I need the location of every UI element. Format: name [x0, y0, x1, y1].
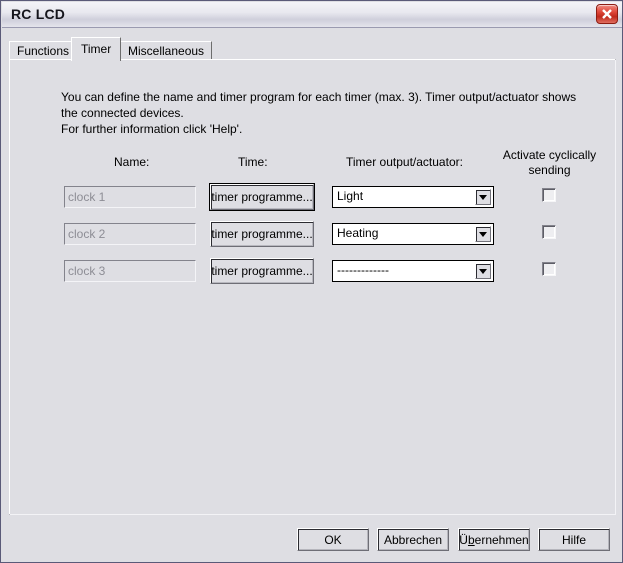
- timer-output-combobox[interactable]: Light: [332, 186, 494, 208]
- instruction-text: You can define the name and timer progra…: [61, 89, 581, 137]
- cyclic-sending-checkbox[interactable]: [542, 225, 556, 239]
- timer-name-input[interactable]: [64, 186, 196, 208]
- timer-output-value: Heating: [337, 226, 379, 240]
- timer-programme-button-label: timer programme...: [211, 190, 313, 204]
- apply-label-accel: b: [467, 532, 475, 547]
- timer-row: timer programme... Heating: [10, 221, 615, 249]
- chevron-down-icon[interactable]: [475, 189, 491, 205]
- tab-functions[interactable]: Functions: [9, 41, 78, 60]
- close-icon[interactable]: [596, 4, 618, 24]
- cyclic-sending-checkbox[interactable]: [542, 262, 556, 276]
- ok-button[interactable]: OK: [297, 528, 369, 551]
- help-button[interactable]: Hilfe: [538, 528, 610, 551]
- tab-miscellaneous[interactable]: Miscellaneous: [120, 41, 213, 60]
- title-bar: RC LCD: [2, 2, 622, 28]
- timer-output-value: -------------: [337, 263, 389, 277]
- window-title: RC LCD: [11, 6, 66, 22]
- timer-name-input[interactable]: [64, 260, 196, 282]
- column-header-cyclic: Activate cyclically sending: [497, 148, 602, 178]
- timer-output-combobox[interactable]: -------------: [332, 260, 494, 282]
- timer-tab-panel: You can define the name and timer progra…: [9, 59, 616, 515]
- chevron-down-icon[interactable]: [475, 226, 491, 242]
- cyclic-sending-checkbox[interactable]: [542, 188, 556, 202]
- timer-row: timer programme... -------------: [10, 258, 615, 286]
- cancel-button[interactable]: Abbrechen: [377, 528, 449, 551]
- timer-name-input[interactable]: [64, 223, 196, 245]
- apply-button[interactable]: Übernehmen: [458, 528, 530, 551]
- timer-programme-button-label: timer programme...: [211, 264, 313, 278]
- timer-programme-button[interactable]: timer programme...: [210, 221, 314, 247]
- instruction-line-1: You can define the name and timer progra…: [61, 90, 577, 104]
- timer-row: timer programme... Light: [10, 183, 615, 212]
- timer-programme-button[interactable]: timer programme...: [210, 258, 314, 284]
- chevron-down-icon[interactable]: [475, 263, 491, 279]
- apply-label-pre: Ü: [459, 532, 468, 547]
- timer-output-combobox[interactable]: Heating: [332, 223, 494, 245]
- column-header-name: Name:: [114, 155, 150, 169]
- column-header-cyclic-line2: sending: [528, 163, 571, 177]
- timer-programme-button-label: timer programme...: [211, 227, 313, 241]
- tab-timer[interactable]: Timer: [71, 37, 122, 61]
- column-header-time: Time:: [238, 155, 268, 169]
- column-header-output: Timer output/actuator:: [346, 155, 463, 169]
- dialog-window: RC LCD Functions Timer Miscellaneous You…: [0, 0, 623, 563]
- dialog-button-bar: OK Abbrechen Übernehmen Hilfe: [1, 528, 622, 552]
- tab-strip: Functions Timer Miscellaneous: [9, 37, 616, 61]
- apply-label-post: ernehmen: [474, 532, 529, 547]
- instruction-line-3: For further information click 'Help'.: [61, 122, 243, 136]
- timer-output-value: Light: [337, 189, 364, 203]
- column-header-cyclic-line1: Activate cyclically: [502, 148, 597, 162]
- instruction-line-2: the connected devices.: [61, 106, 184, 120]
- timer-programme-button[interactable]: timer programme...: [209, 183, 315, 211]
